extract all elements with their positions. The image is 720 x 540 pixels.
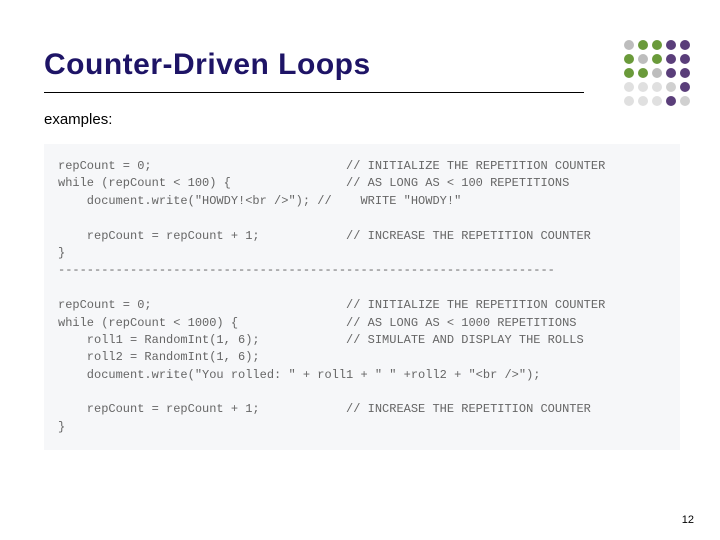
deco-dot [666, 54, 676, 64]
deco-dot [638, 68, 648, 78]
deco-dot [680, 68, 690, 78]
deco-dot [638, 82, 648, 92]
deco-dot [638, 96, 648, 106]
examples-label: examples: [44, 111, 680, 128]
title-underline [44, 92, 584, 93]
deco-dot [652, 54, 662, 64]
deco-dot [666, 40, 676, 50]
deco-dot [680, 40, 690, 50]
deco-dot [652, 96, 662, 106]
deco-dot [652, 82, 662, 92]
decorative-dot-grid [624, 40, 692, 108]
deco-dot [624, 82, 634, 92]
deco-dot [680, 96, 690, 106]
deco-dot [666, 96, 676, 106]
deco-dot [624, 54, 634, 64]
deco-dot [666, 68, 676, 78]
slide-title: Counter-Driven Loops [44, 48, 680, 82]
deco-dot [680, 82, 690, 92]
deco-dot [624, 40, 634, 50]
deco-dot [638, 54, 648, 64]
deco-dot [638, 40, 648, 50]
deco-dot [666, 82, 676, 92]
deco-dot [624, 96, 634, 106]
deco-dot [652, 68, 662, 78]
deco-dot [624, 68, 634, 78]
deco-dot [680, 54, 690, 64]
page-number: 12 [682, 514, 694, 526]
code-example-block: repCount = 0; // INITIALIZE THE REPETITI… [44, 144, 680, 450]
deco-dot [652, 40, 662, 50]
